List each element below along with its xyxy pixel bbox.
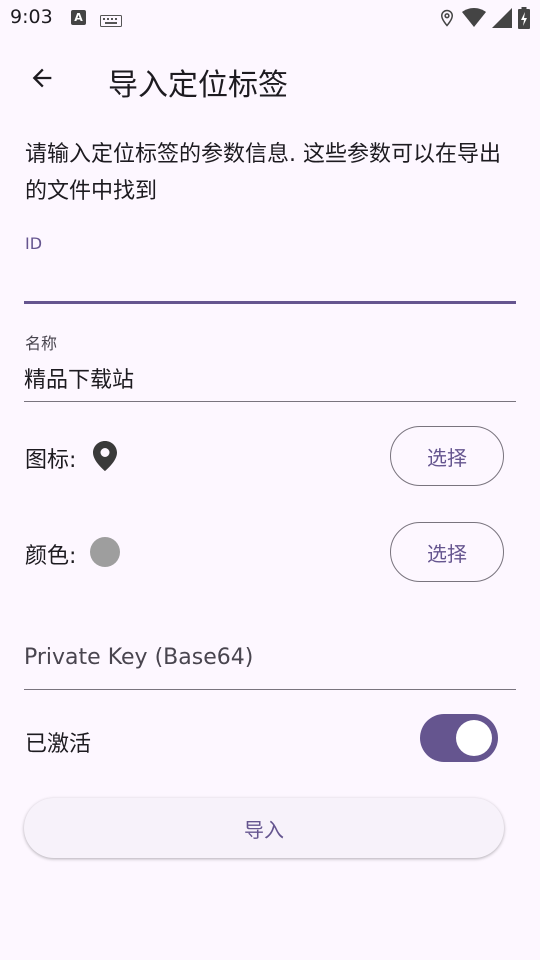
import-button[interactable]: 导入 [24,798,504,858]
status-time: 9:03 [10,6,53,28]
keyboard-icon [100,12,122,31]
activated-label: 已激活 [25,732,92,757]
toggle-thumb [456,720,492,756]
page-title: 导入定位标签 [108,68,288,103]
select-color-button[interactable]: 选择 [390,522,504,582]
activated-toggle[interactable] [420,714,498,762]
wifi-icon [462,8,486,27]
select-icon-button[interactable]: 选择 [390,426,504,486]
color-swatch [90,537,120,567]
name-field-label: 名称 [25,334,58,353]
id-input[interactable] [24,258,516,304]
private-key-input[interactable] [24,626,516,690]
location-pin-icon [93,441,117,475]
color-row-label: 颜色: [25,544,77,569]
signal-icon [492,8,512,28]
description-text: 请输入定位标签的参数信息. 这些参数可以在导出的文件中找到 [25,142,501,204]
name-input[interactable] [24,354,516,402]
import-tag-screen: 9:03 A 导入定位标签 请输入定位标签的参数信息. 这些参数可以在导出的文件… [0,0,540,960]
location-icon [440,9,454,27]
id-field-label: ID [25,234,43,253]
status-icons [438,7,530,29]
back-button[interactable] [22,58,62,98]
battery-charging-icon [518,7,530,29]
icon-row-label: 图标: [25,448,77,473]
a-icon: A [71,10,86,25]
status-bar: 9:03 A [0,0,540,36]
arrow-left-icon [32,68,52,88]
